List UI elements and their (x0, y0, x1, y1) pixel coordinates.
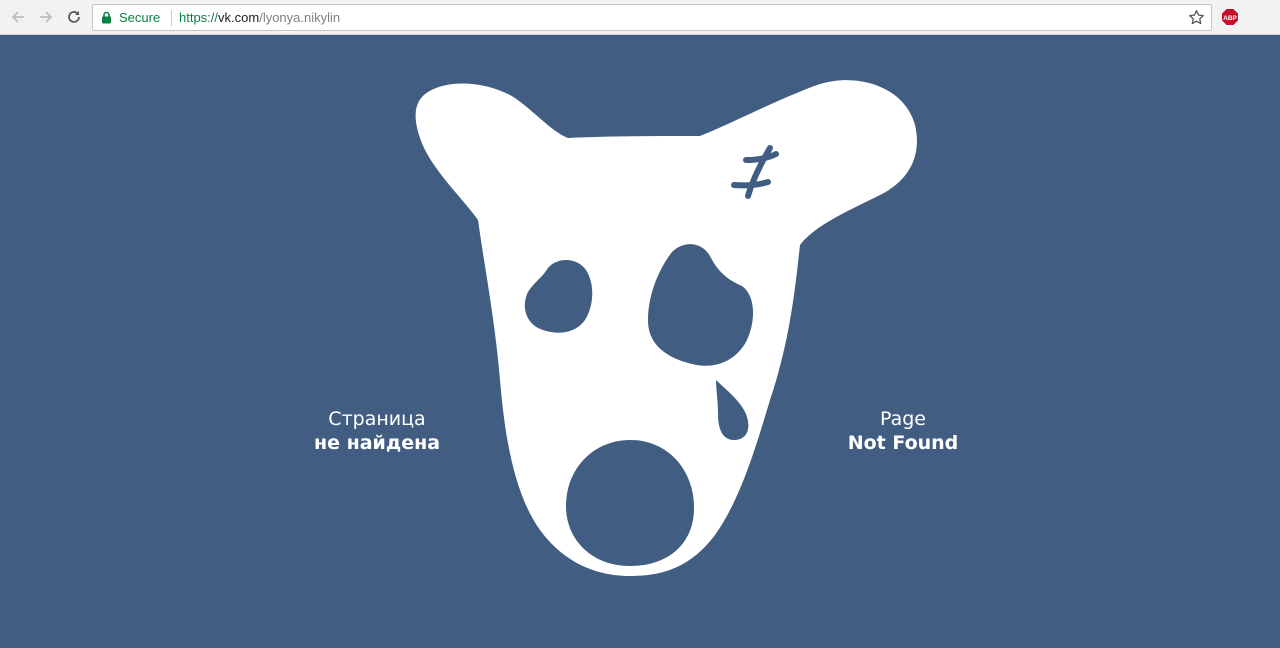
url-scheme: https:// (179, 10, 219, 25)
url-text[interactable]: https://vk.com/lyonya.nikylin (179, 10, 340, 25)
not-found-message-ru: Страница не найдена (257, 407, 497, 455)
not-found-ru-line1: Страница (328, 408, 426, 430)
adblock-plus-icon[interactable]: ABP (1221, 8, 1239, 26)
secure-label: Secure (119, 10, 161, 25)
not-found-ru-line2: не найдена (313, 432, 441, 454)
back-arrow-icon[interactable] (7, 6, 29, 28)
lock-icon (102, 11, 111, 24)
reload-icon[interactable] (63, 6, 85, 28)
address-bar[interactable]: Secure https://vk.com/lyonya.nikylin (92, 4, 1212, 31)
not-found-en-line2: Not Found (847, 432, 959, 454)
not-found-en-line1: Page (880, 408, 926, 430)
dog-mouth (566, 440, 694, 566)
page-not-found-area: Страница не найдена Page Not Found (0, 36, 1280, 648)
forward-arrow-icon[interactable] (35, 6, 57, 28)
bookmark-star-icon[interactable] (1188, 9, 1205, 26)
url-host: vk.com (218, 10, 260, 25)
adblock-badge-text: ABP (1223, 15, 1237, 22)
omnibox-separator (171, 10, 172, 26)
sad-dog-illustration (415, 80, 917, 577)
not-found-message-en: Page Not Found (783, 407, 1023, 455)
browser-toolbar: Secure https://vk.com/lyonya.nikylin ABP (0, 0, 1280, 35)
url-path: /lyonya.nikylin (259, 10, 341, 25)
